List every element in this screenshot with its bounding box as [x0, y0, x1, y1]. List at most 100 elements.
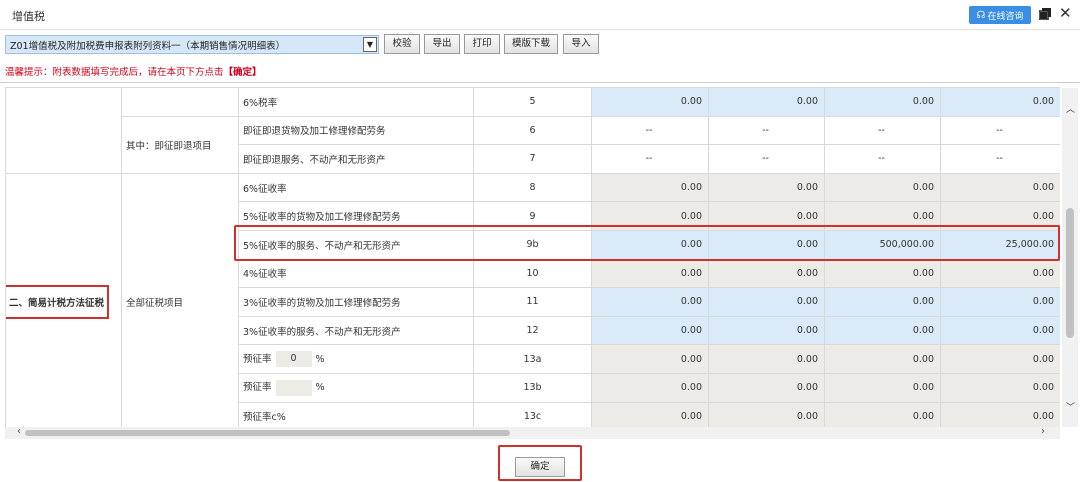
table-row: 二、简易计税方法征税 全部征税项目 6%征收率 8 0.00 0.00 0.00 0.00: [5, 172, 1060, 427]
online-consult-button[interactable]: ☊ 在线咨询: [969, 6, 1031, 24]
scroll-up-icon[interactable]: ︿: [1066, 102, 1075, 115]
value-cell: --: [940, 115, 1060, 146]
row-label: 6%税率: [238, 87, 474, 117]
scroll-right-icon[interactable]: ›: [1041, 426, 1045, 437]
confirm-highlight: 确定: [498, 445, 582, 481]
percent-unit: %: [315, 353, 325, 365]
value-cell: 0.00: [591, 201, 709, 231]
row-label-text: 4%征收率: [243, 269, 287, 281]
value-cell: 0.00: [591, 258, 709, 289]
percent-unit: %: [315, 382, 325, 394]
import-button[interactable]: 导入: [563, 34, 599, 54]
value-cell: 0.00: [824, 401, 941, 427]
value-cell: 0.00: [940, 258, 1060, 289]
template-download-button[interactable]: 模版下载: [504, 34, 558, 54]
section-cell: 二、简易计税方法征税: [5, 172, 122, 427]
row-label: 6%征收率: [238, 172, 474, 203]
value-cell: 0.00: [824, 344, 941, 374]
value-cell: 0.00: [708, 372, 825, 403]
hint-confirm-word: 【确定】: [223, 67, 262, 78]
row-label-text: 5%征收率的货物及加工修理修配劳务: [243, 212, 401, 224]
line-number: 11: [473, 287, 592, 317]
row-label: 即征即退货物及加工修理修配劳务: [238, 115, 474, 146]
section-title-simple-tax: 二、简易计税方法征税: [6, 284, 110, 319]
value-cell[interactable]: 0.00: [940, 87, 1060, 117]
row-label: 预征率c%: [238, 401, 474, 427]
value-cell[interactable]: 0.00: [708, 315, 825, 346]
vertical-scrollbar[interactable]: ︿ ﹀: [1062, 88, 1078, 427]
divider: [0, 82, 1080, 83]
value-cell[interactable]: 0.00: [940, 287, 1060, 317]
row-label: 即征即退服务、不动产和无形资产: [238, 144, 474, 174]
line-number: 12: [473, 315, 592, 346]
value-cell: 0.00: [708, 401, 825, 427]
value-cell[interactable]: 0.00: [708, 87, 825, 117]
report-select-value: Z01增值税及附加税费申报表附列资料一（本期销售情况明细表）: [10, 41, 286, 52]
value-cell: --: [591, 115, 709, 146]
data-grid: 6%税率 5 0.00 0.00 0.00 0.00 其中：即征即退项目 即征即退货物及加工修…: [5, 87, 1060, 427]
row-label-text: 6%征收率: [243, 183, 287, 195]
value-cell[interactable]: 0.00: [824, 87, 941, 117]
headset-icon: ☊: [976, 9, 986, 21]
row-label-text: 6%税率: [243, 97, 278, 109]
value-cell[interactable]: 0.00: [824, 315, 941, 346]
row-label-text: 预征率: [243, 382, 272, 394]
section-cell-top: [5, 87, 122, 174]
value-cell[interactable]: 0.00: [591, 229, 709, 260]
sales-detail-table: 6%税率 5 0.00 0.00 0.00 0.00 其中：即征即退项目 即征即退货物及加工修…: [5, 87, 1060, 427]
value-cell: 0.00: [708, 201, 825, 231]
horizontal-scroll-thumb[interactable]: [25, 430, 510, 436]
value-cell: 0.00: [824, 201, 941, 231]
export-button[interactable]: 导出: [424, 34, 460, 54]
scroll-left-icon[interactable]: ‹: [17, 426, 21, 437]
value-cell[interactable]: 25,000.00: [940, 229, 1060, 260]
table-row: 6%税率 5 0.00 0.00 0.00 0.00: [5, 87, 1060, 174]
value-cell: --: [708, 115, 825, 146]
value-cell: 0.00: [824, 172, 941, 203]
value-cell[interactable]: 0.00: [591, 87, 709, 117]
subgroup-immediate: 其中：即征即退项目: [121, 115, 239, 174]
close-icon[interactable]: ✕: [1059, 4, 1072, 22]
value-cell[interactable]: 0.00: [708, 229, 825, 260]
line-number: 6: [473, 115, 592, 146]
toolbar: Z01增值税及附加税费申报表附列资料一（本期销售情况明细表） ▼ 校验 导出 打…: [0, 34, 1080, 56]
row-label-text: 5%征收率的服务、不动产和无形资产: [243, 240, 401, 252]
online-consult-label: 在线咨询: [987, 11, 1024, 22]
print-button[interactable]: 打印: [464, 34, 500, 54]
value-cell[interactable]: 0.00: [940, 315, 1060, 346]
value-cell: 0.00: [591, 401, 709, 427]
row-label-text: 即征即退货物及加工修理修配劳务: [243, 126, 386, 138]
restore-window-icon[interactable]: [1039, 8, 1051, 20]
value-cell: 0.00: [591, 344, 709, 374]
hint-prefix: 温馨提示：附表数据填写完成后，请在本页下方点击: [5, 67, 224, 78]
value-cell: 0.00: [591, 172, 709, 203]
value-cell: 0.00: [708, 172, 825, 203]
row-label-text: 预征率: [243, 353, 272, 365]
horizontal-scrollbar[interactable]: ‹ ›: [5, 426, 1060, 439]
table-row: 其中：即征即退项目 即征即退货物及加工修理修配劳务 6 -- -- -- --: [6, 115, 1060, 174]
prepaid-rate-input[interactable]: [275, 379, 312, 396]
line-number: 13a: [473, 344, 592, 374]
subgroup-cell-empty: [121, 87, 239, 117]
value-cell[interactable]: 0.00: [591, 287, 709, 317]
prepaid-rate-input[interactable]: 0: [275, 351, 312, 368]
row-label: 预征率 0%: [238, 344, 474, 374]
validate-button[interactable]: 校验: [384, 34, 420, 54]
value-cell[interactable]: 500,000.00: [824, 229, 941, 260]
value-cell[interactable]: 0.00: [824, 287, 941, 317]
confirm-button[interactable]: 确定: [515, 457, 565, 477]
window-title: 增值税: [12, 10, 45, 23]
subgroup-all-items: 全部征税项目: [121, 172, 239, 427]
line-number: 9: [473, 201, 592, 231]
row-label: 3%征收率的货物及加工修理修配劳务: [238, 287, 474, 317]
value-cell: --: [824, 115, 941, 146]
scroll-down-icon[interactable]: ﹀: [1066, 400, 1075, 413]
report-select[interactable]: Z01增值税及附加税费申报表附列资料一（本期销售情况明细表） ▼: [5, 35, 379, 54]
vertical-scroll-thumb[interactable]: [1066, 208, 1074, 338]
value-cell: 0.00: [940, 172, 1060, 203]
row-label-text: 3%征收率的服务、不动产和无形资产: [243, 326, 401, 338]
chevron-down-icon[interactable]: ▼: [363, 37, 377, 52]
row-label: 预征率%: [238, 372, 474, 403]
value-cell[interactable]: 0.00: [708, 287, 825, 317]
value-cell[interactable]: 0.00: [591, 315, 709, 346]
